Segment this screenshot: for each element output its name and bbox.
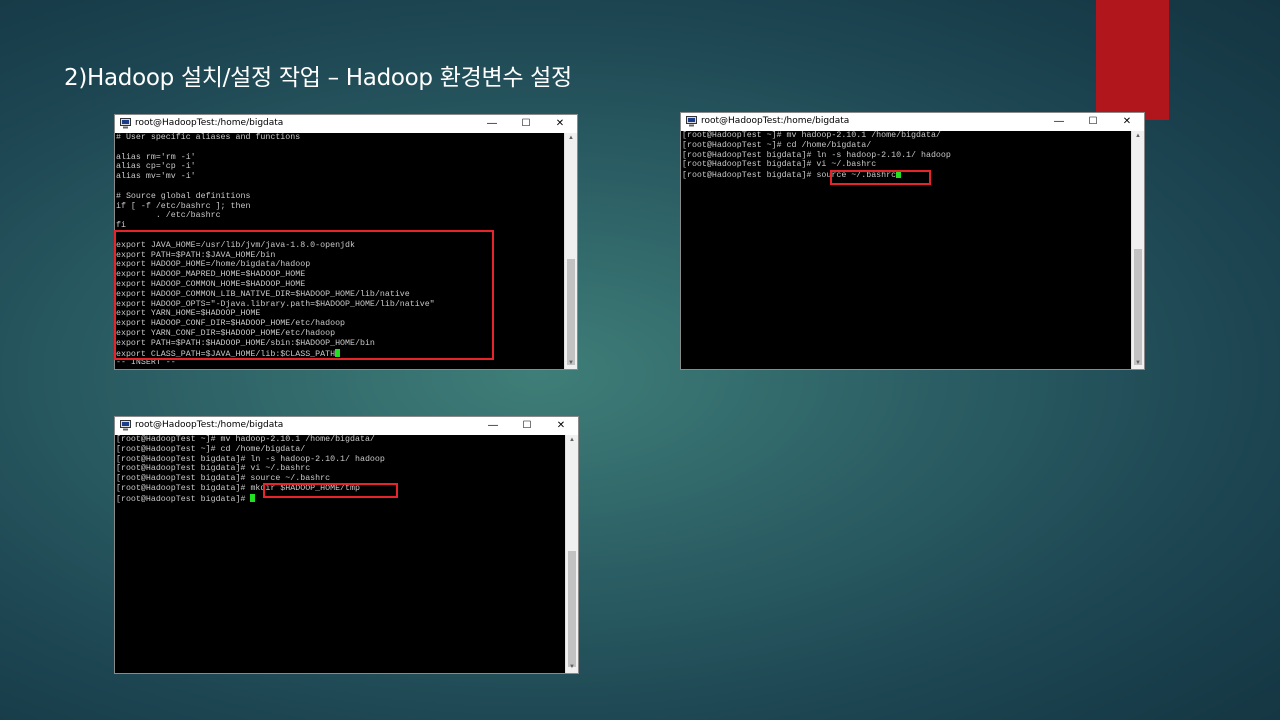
scrollbar[interactable]: ▲ ▼ bbox=[1131, 131, 1144, 369]
terminal-line: [root@HadoopTest bigdata]# vi ~/.bashrc bbox=[116, 464, 311, 474]
maximize-button[interactable]: ☐ bbox=[509, 115, 543, 133]
window-title: root@HadoopTest:/home/bigdata bbox=[701, 116, 850, 126]
terminal-line: alias cp='cp -i' bbox=[116, 162, 196, 172]
scroll-up-icon[interactable]: ▲ bbox=[565, 133, 577, 144]
terminal-line: [root@HadoopTest bigdata]# ln -s hadoop-… bbox=[116, 454, 385, 464]
terminal-line: if [ -f /etc/bashrc ]; then bbox=[116, 201, 251, 211]
scroll-down-icon[interactable]: ▼ bbox=[565, 358, 577, 369]
scrollbar[interactable]: ▲ ▼ bbox=[565, 435, 578, 673]
scroll-up-icon[interactable]: ▲ bbox=[566, 435, 578, 446]
terminal-line: [root@HadoopTest ~]# mv hadoop-2.10.1 /h… bbox=[116, 435, 375, 444]
maximize-button[interactable]: ☐ bbox=[1076, 113, 1110, 131]
scrollbar-thumb[interactable] bbox=[567, 259, 575, 365]
terminal-line: alias rm='rm -i' bbox=[116, 152, 196, 162]
scroll-down-icon[interactable]: ▼ bbox=[566, 662, 578, 673]
slide-title: 2)Hadoop 설치/설정 작업 – Hadoop 환경변수 설정 bbox=[64, 65, 572, 91]
window-titlebar[interactable]: root@HadoopTest:/home/bigdata — ☐ ✕ bbox=[681, 113, 1144, 131]
scrollbar-thumb[interactable] bbox=[568, 551, 576, 667]
terminal-window-vi-bashrc[interactable]: root@HadoopTest:/home/bigdata — ☐ ✕ # Us… bbox=[114, 114, 578, 370]
window-title: root@HadoopTest:/home/bigdata bbox=[135, 118, 284, 128]
terminal-line: [root@HadoopTest ~]# cd /home/bigdata/ bbox=[682, 140, 872, 150]
shell-prompt: [root@HadoopTest bigdata]# bbox=[682, 171, 817, 181]
terminal-line: [root@HadoopTest ~]# mv hadoop-2.10.1 /h… bbox=[682, 131, 941, 140]
terminal-cursor bbox=[250, 493, 256, 502]
highlight-box-mkdir-command bbox=[263, 483, 398, 498]
close-button[interactable]: ✕ bbox=[1110, 113, 1144, 131]
minimize-button[interactable]: — bbox=[1042, 113, 1076, 131]
maximize-button[interactable]: ☐ bbox=[510, 417, 544, 435]
terminal-output[interactable]: [root@HadoopTest ~]# mv hadoop-2.10.1 /h… bbox=[682, 131, 1132, 369]
terminal-line: [root@HadoopTest ~]# cd /home/bigdata/ bbox=[116, 444, 306, 454]
scrollbar-thumb[interactable] bbox=[1134, 249, 1142, 365]
shell-prompt: [root@HadoopTest bigdata]# bbox=[116, 494, 251, 504]
terminal-line: # Source global definitions bbox=[116, 191, 251, 201]
terminal-output[interactable]: [root@HadoopTest ~]# mv hadoop-2.10.1 /h… bbox=[116, 435, 566, 673]
putty-icon bbox=[120, 420, 131, 431]
scroll-down-icon[interactable]: ▼ bbox=[1132, 358, 1144, 369]
minimize-button[interactable]: — bbox=[476, 417, 510, 435]
window-title: root@HadoopTest:/home/bigdata bbox=[135, 420, 284, 430]
close-button[interactable]: ✕ bbox=[544, 417, 578, 435]
terminal-line: [root@HadoopTest bigdata]# ln -s hadoop-… bbox=[682, 150, 951, 160]
terminal-line: # User specific aliases and functions bbox=[116, 133, 301, 142]
scrollbar[interactable]: ▲ ▼ bbox=[564, 133, 577, 369]
putty-icon bbox=[120, 118, 131, 129]
accent-bar bbox=[1096, 0, 1169, 120]
putty-icon bbox=[686, 116, 697, 127]
terminal-line: . /etc/bashrc bbox=[116, 211, 221, 221]
terminal-line: [root@HadoopTest bigdata]# vi ~/.bashrc bbox=[682, 160, 877, 170]
window-titlebar[interactable]: root@HadoopTest:/home/bigdata — ☐ ✕ bbox=[115, 417, 578, 435]
close-button[interactable]: ✕ bbox=[543, 115, 577, 133]
window-titlebar[interactable]: root@HadoopTest:/home/bigdata — ☐ ✕ bbox=[115, 115, 577, 133]
highlight-box-source-command bbox=[830, 170, 931, 185]
terminal-line: alias mv='mv -i' bbox=[116, 172, 196, 182]
highlight-box-exports bbox=[114, 230, 494, 360]
terminal-window-mkdir-tmp[interactable]: root@HadoopTest:/home/bigdata — ☐ ✕ [roo… bbox=[114, 416, 579, 674]
minimize-button[interactable]: — bbox=[475, 115, 509, 133]
shell-prompt: [root@HadoopTest bigdata]# bbox=[116, 483, 251, 493]
terminal-window-source-bashrc[interactable]: root@HadoopTest:/home/bigdata — ☐ ✕ [roo… bbox=[680, 112, 1145, 370]
scroll-up-icon[interactable]: ▲ bbox=[1132, 131, 1144, 142]
